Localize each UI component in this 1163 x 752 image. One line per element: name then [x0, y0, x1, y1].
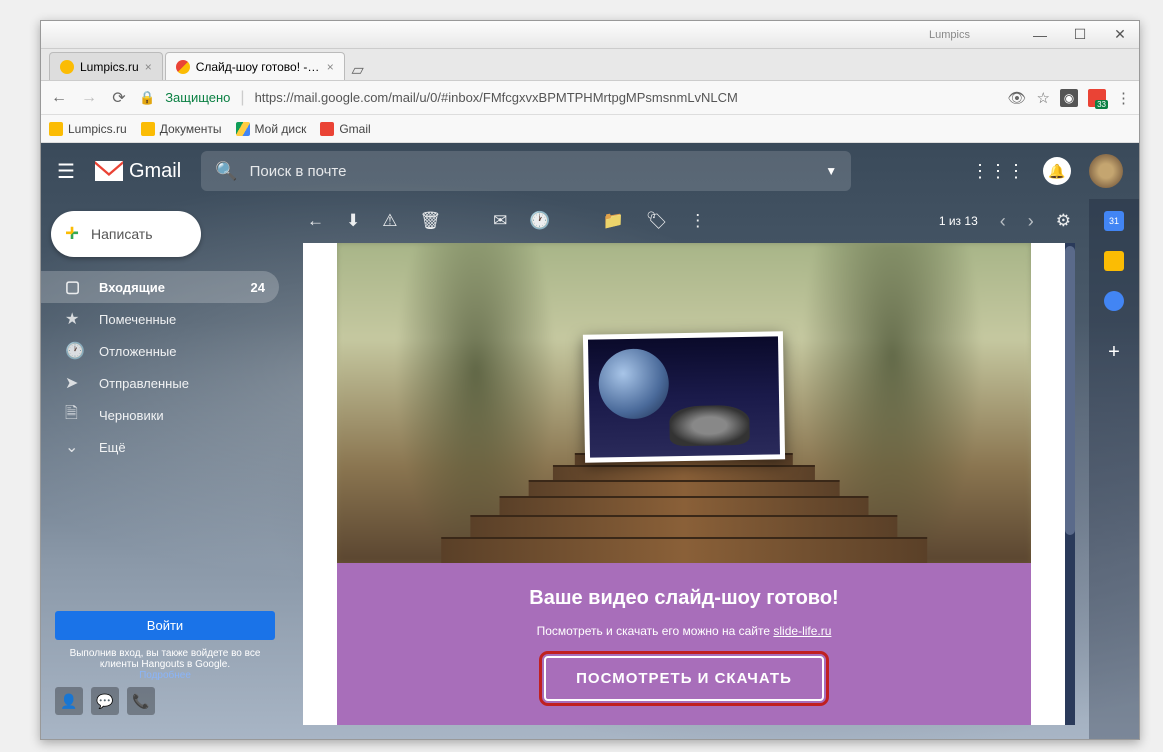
bookmark-item[interactable]: Документы: [141, 122, 222, 136]
secure-label: Защищено: [165, 90, 230, 105]
sidebar-item-inbox[interactable]: ▢ Входящие 24: [41, 271, 279, 303]
clock-icon: 🕐: [65, 341, 83, 361]
search-dropdown-icon[interactable]: ▼: [825, 164, 837, 178]
compose-button[interactable]: + Написать: [51, 211, 201, 257]
snooze-icon[interactable]: 🕐: [529, 211, 550, 231]
unread-icon[interactable]: ✉: [493, 211, 507, 231]
bookmark-icon: [141, 122, 155, 136]
extension-icon[interactable]: ◉: [1060, 89, 1078, 107]
tab-close-icon[interactable]: ×: [327, 60, 334, 74]
hangouts-chat-icon[interactable]: 💬: [91, 687, 119, 715]
next-icon[interactable]: ›: [1028, 211, 1034, 232]
sidebar-item-drafts[interactable]: 🗎 Черновики: [41, 399, 279, 431]
back-icon[interactable]: ←: [307, 211, 324, 231]
hangouts-more-link[interactable]: Подробнее: [139, 670, 191, 681]
email-hero-image: [337, 243, 1031, 563]
search-icon: 🔍: [215, 161, 237, 182]
maximize-button[interactable]: ☐: [1069, 26, 1091, 44]
hangouts-signin-button[interactable]: Войти: [55, 611, 275, 640]
menu-icon[interactable]: ⋮: [1116, 89, 1131, 107]
tasks-icon[interactable]: [1104, 291, 1124, 311]
email-subtitle: Посмотреть и скачать его можно на сайте …: [357, 624, 1011, 638]
favicon-icon: [60, 60, 74, 74]
minimize-button[interactable]: —: [1029, 26, 1051, 44]
delete-icon[interactable]: 🗑: [420, 211, 442, 231]
lock-icon: 🔒: [139, 90, 155, 106]
sidebar-item-starred[interactable]: ★ Помеченные: [41, 303, 279, 335]
prev-icon[interactable]: ‹: [1000, 211, 1006, 232]
draft-icon: 🗎: [65, 402, 83, 429]
bookmark-icon: [236, 122, 250, 136]
browser-tab[interactable]: Lumpics.ru ×: [49, 52, 163, 80]
moveto-icon[interactable]: 📁: [603, 211, 624, 231]
star-icon: ★: [65, 309, 83, 329]
scroll-thumb[interactable]: [1065, 246, 1075, 535]
back-button[interactable]: ←: [49, 89, 69, 107]
scrollbar[interactable]: [1065, 243, 1075, 725]
more-icon[interactable]: ⋮: [689, 211, 706, 231]
search-bar[interactable]: 🔍 ▼: [201, 151, 851, 191]
avatar[interactable]: [1089, 154, 1123, 188]
gmail-logo[interactable]: Gmail: [95, 160, 181, 183]
email-title: Ваше видео слайд-шоу готово!: [357, 587, 1011, 610]
search-input[interactable]: [250, 163, 814, 180]
tab-title: Слайд-шоу готово! - lum: [196, 60, 321, 74]
reload-button[interactable]: ⟳: [109, 88, 129, 108]
add-addon-icon[interactable]: +: [1108, 341, 1120, 364]
keep-icon[interactable]: [1104, 251, 1124, 271]
label-icon[interactable]: 🏷: [646, 211, 668, 231]
forward-button[interactable]: →: [79, 89, 99, 107]
tab-close-icon[interactable]: ×: [145, 60, 152, 74]
bookmark-item[interactable]: Мой диск: [236, 122, 307, 136]
url-text[interactable]: https://mail.google.com/mail/u/0/#inbox/…: [255, 90, 998, 105]
window-app-label: Lumpics: [929, 29, 970, 41]
email-site-link[interactable]: slide-life.ru: [773, 624, 831, 638]
calendar-icon[interactable]: [1104, 211, 1124, 231]
sidebar-item-sent[interactable]: ➤ Отправленные: [41, 367, 279, 399]
bookmark-icon: [320, 122, 334, 136]
apps-grid-icon[interactable]: ⋮⋮⋮: [971, 161, 1025, 182]
pagination-text: 1 из 13: [939, 214, 978, 228]
plus-icon: +: [65, 220, 79, 248]
slideshow-thumbnail: [583, 331, 785, 462]
hangouts-text: Выполнив вход, вы также войдете во все к…: [55, 648, 275, 670]
sidebar-item-more[interactable]: ⌄ Ещё: [41, 431, 279, 463]
star-icon[interactable]: ☆: [1037, 89, 1050, 107]
favicon-icon: [176, 60, 190, 74]
tab-title: Lumpics.ru: [80, 60, 139, 74]
sent-icon: ➤: [65, 373, 83, 393]
bookmark-item[interactable]: Gmail: [320, 122, 370, 136]
notifications-icon[interactable]: 🔔: [1043, 157, 1071, 185]
bookmark-icon: [49, 122, 63, 136]
archive-icon[interactable]: ⬇: [346, 211, 360, 231]
hangouts-phone-icon[interactable]: 📞: [127, 687, 155, 715]
bookmark-item[interactable]: Lumpics.ru: [49, 122, 127, 136]
hangouts-person-icon[interactable]: 👤: [55, 687, 83, 715]
inbox-icon: ▢: [65, 277, 83, 297]
spam-icon[interactable]: ⚠: [382, 211, 397, 231]
eye-icon[interactable]: 👁: [1008, 89, 1027, 107]
settings-icon[interactable]: ⚙: [1056, 211, 1071, 231]
gmail-m-icon: [95, 161, 123, 181]
new-tab-button[interactable]: ▱: [347, 60, 369, 80]
main-menu-icon[interactable]: ☰: [57, 159, 75, 184]
close-button[interactable]: ✕: [1109, 26, 1131, 44]
chevron-down-icon: ⌄: [65, 437, 83, 457]
browser-tab-active[interactable]: Слайд-шоу готово! - lum ×: [165, 52, 345, 80]
view-download-button[interactable]: ПОСМОТРЕТЬ И СКАЧАТЬ: [544, 656, 824, 701]
sidebar-item-snoozed[interactable]: 🕐 Отложенные: [41, 335, 279, 367]
gmail-extension-icon[interactable]: 33: [1088, 89, 1106, 107]
